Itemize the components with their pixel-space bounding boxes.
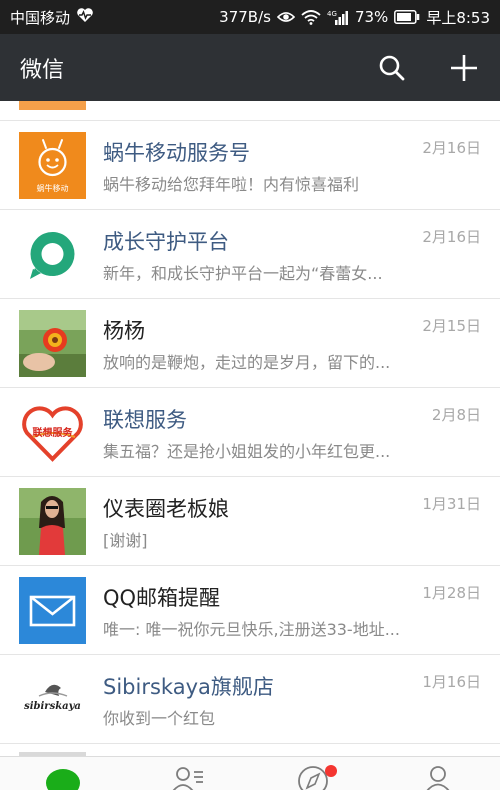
message-date: 2月16日 bbox=[422, 139, 481, 157]
contact-name: 杨杨 bbox=[103, 319, 145, 343]
plus-icon bbox=[451, 54, 477, 81]
contacts-icon bbox=[172, 767, 203, 790]
signal-type-label: 4G bbox=[327, 10, 337, 18]
app-title: 微信 bbox=[20, 57, 65, 83]
avatar-logo-text: 蜗牛移动 bbox=[37, 183, 69, 193]
notification-badge bbox=[325, 765, 337, 777]
tab-chats[interactable] bbox=[0, 757, 125, 790]
contact-name: 成长守护平台 bbox=[103, 230, 229, 254]
avatar: 蜗牛移动 bbox=[19, 132, 86, 199]
message-preview: 放响的是鞭炮，走过的是岁月，留下的... bbox=[103, 353, 391, 372]
conversation-row[interactable]: 仪表圈老板娘 [谢谢] 1月31日 bbox=[0, 477, 500, 566]
conversation-row[interactable]: QQ邮箱提醒 唯一: 唯一祝你元旦快乐,注册送33-地址... 1月28日 bbox=[0, 566, 500, 655]
conversation-row[interactable]: sibirskaya Sibirskaya旗舰店 你收到一个红包 1月16日 bbox=[0, 655, 500, 744]
message-date: 2月15日 bbox=[422, 317, 481, 335]
conversation-list[interactable]: 蜗牛移动 蜗牛移动服务号 蜗牛移动给您拜年啦！内有惊喜福利 2月16日 成长守护… bbox=[0, 101, 500, 756]
avatar: sibirskaya bbox=[19, 666, 86, 733]
heart-pulse-icon bbox=[76, 7, 94, 27]
avatar bbox=[19, 310, 86, 377]
message-preview: 集五福？还是抢小姐姐发的小年红包更... bbox=[103, 442, 391, 461]
tab-discover[interactable] bbox=[250, 757, 375, 790]
message-preview: [谢谢] bbox=[103, 531, 148, 550]
tab-me[interactable] bbox=[375, 757, 500, 790]
network-speed: 377B/s bbox=[219, 8, 271, 26]
carrier-label: 中国移动 bbox=[10, 8, 71, 27]
avatar-logo-text: 联想服务 bbox=[33, 426, 74, 439]
message-date: 2月16日 bbox=[422, 228, 481, 246]
cell-signal-icon: 4G bbox=[327, 9, 349, 25]
add-button[interactable] bbox=[448, 52, 480, 84]
avatar bbox=[19, 577, 86, 644]
message-date: 1月28日 bbox=[422, 584, 481, 602]
search-button[interactable] bbox=[376, 52, 408, 84]
conversation-row[interactable]: 联想服务 联想服务 集五福？还是抢小姐姐发的小年红包更... 2月8日 bbox=[0, 388, 500, 477]
message-date: 1月16日 bbox=[422, 673, 481, 691]
battery-percent: 73% bbox=[354, 8, 389, 26]
conversation-row-partial[interactable] bbox=[0, 744, 500, 756]
avatar-logo-text: sibirskaya bbox=[24, 701, 81, 712]
message-preview: 新年，和成长守护平台一起为“春蕾女... bbox=[103, 264, 383, 283]
avatar bbox=[19, 101, 86, 110]
avatar bbox=[19, 221, 86, 288]
conversation-row[interactable]: 杨杨 放响的是鞭炮，走过的是岁月，留下的... 2月15日 bbox=[0, 299, 500, 388]
me-person-icon bbox=[426, 766, 449, 790]
wifi-icon bbox=[301, 9, 321, 25]
tab-contacts[interactable] bbox=[125, 757, 250, 790]
chat-bubble-icon bbox=[45, 769, 80, 790]
bottom-tab-bar bbox=[0, 756, 500, 790]
conversation-row[interactable]: 成长守护平台 新年，和成长守护平台一起为“春蕾女... 2月16日 bbox=[0, 210, 500, 299]
battery-icon bbox=[394, 10, 420, 24]
message-date: 1月31日 bbox=[422, 495, 481, 513]
avatar bbox=[19, 488, 86, 555]
contact-name: 仪表圈老板娘 bbox=[103, 497, 229, 521]
avatar: 联想服务 bbox=[19, 399, 86, 466]
contact-name: 蜗牛移动服务号 bbox=[103, 141, 250, 165]
header-actions bbox=[376, 52, 480, 84]
conversation-row-partial[interactable] bbox=[0, 101, 500, 121]
search-icon bbox=[379, 55, 405, 80]
message-preview: 唯一: 唯一祝你元旦快乐,注册送33-地址... bbox=[103, 620, 400, 639]
status-left: 中国移动 bbox=[10, 7, 94, 28]
eye-icon bbox=[276, 10, 295, 24]
message-preview: 你收到一个红包 bbox=[103, 709, 216, 728]
mail-envelope-icon bbox=[19, 577, 86, 644]
status-bar: 中国移动 377B/s 4G 73% 早上8:53 bbox=[0, 0, 500, 34]
status-right: 377B/s 4G 73% 早上8:53 bbox=[219, 7, 490, 28]
contact-name: Sibirskaya旗舰店 bbox=[103, 675, 274, 699]
contact-name: 联想服务 bbox=[103, 408, 187, 432]
conversation-row[interactable]: 蜗牛移动 蜗牛移动服务号 蜗牛移动给您拜年啦！内有惊喜福利 2月16日 bbox=[0, 121, 500, 210]
message-preview: 蜗牛移动给您拜年啦！内有惊喜福利 bbox=[103, 175, 360, 194]
message-date: 2月8日 bbox=[431, 406, 481, 424]
app-header: 微信 bbox=[0, 34, 500, 101]
clock-time: 早上8:53 bbox=[426, 8, 490, 27]
contact-name: QQ邮箱提醒 bbox=[103, 586, 221, 610]
